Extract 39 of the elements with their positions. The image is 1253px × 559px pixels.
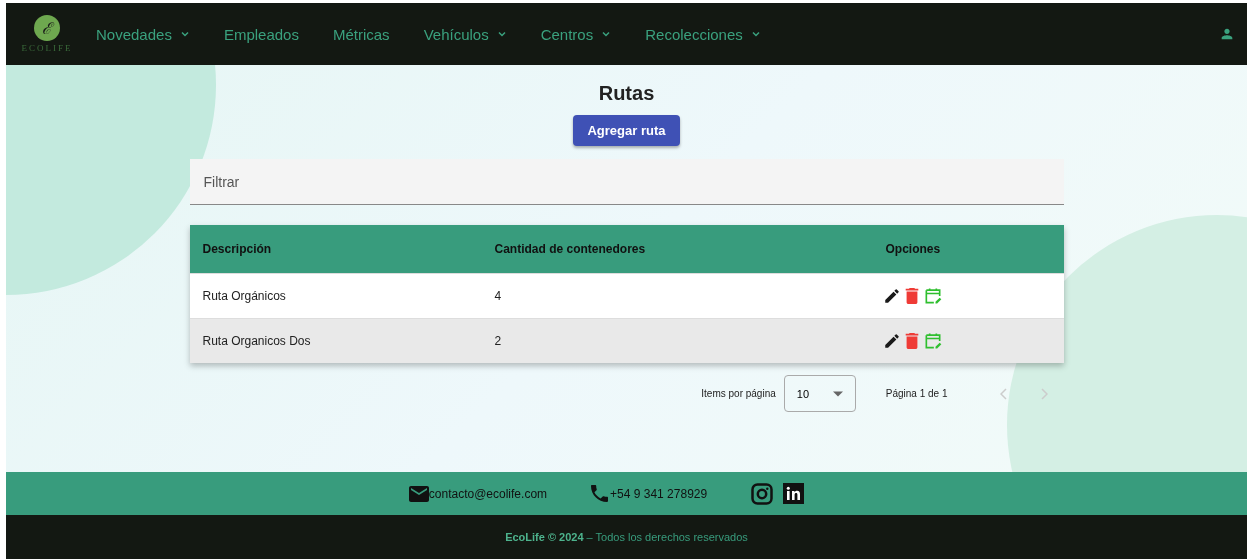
- table-cell-text: Ruta Orgánicos: [201, 289, 287, 303]
- pencil-icon[interactable]: [882, 332, 901, 350]
- items-per-page-label: Items por página: [701, 388, 776, 399]
- nav-link[interactable]: Empleados: [223, 25, 299, 43]
- linkedin-icon[interactable]: [783, 483, 805, 504]
- chevron-left-icon: [999, 387, 1008, 400]
- logo-emblem[interactable]: ℰ: [34, 15, 60, 41]
- nav-link[interactable]: Novedades: [96, 25, 190, 43]
- column-header: Opciones: [884, 242, 942, 256]
- page-title: Rutas: [598, 82, 655, 105]
- chevron-down-icon: [496, 29, 507, 39]
- email-text: contacto@ecolife.com: [428, 486, 548, 501]
- nav-link[interactable]: Recolecciones: [645, 25, 761, 43]
- add-route-button[interactable]: Agregar ruta: [573, 115, 680, 146]
- chevron-down-icon: [601, 29, 612, 39]
- trash-icon[interactable]: [903, 287, 920, 305]
- column-header: Descripción: [201, 242, 273, 256]
- mail-icon: [408, 485, 429, 502]
- nav-link[interactable]: Centros: [540, 25, 612, 43]
- chevron-down-icon: [750, 29, 761, 39]
- column-header: Cantidad de contenedores: [493, 242, 647, 256]
- copyright-text: EcoLife © 2024 – Todos los derechos reservados: [505, 531, 748, 543]
- user-icon[interactable]: [1219, 26, 1235, 42]
- chevron-down-icon: [179, 29, 190, 39]
- table-cell-text: 2: [493, 334, 503, 348]
- filter-field[interactable]: Filtrar: [189, 159, 1064, 205]
- logo-text: ECOLIFE: [21, 43, 73, 53]
- table-cell-text: 4: [493, 289, 503, 303]
- chevron-right-icon: [1039, 387, 1048, 400]
- instagram-icon[interactable]: [751, 482, 774, 505]
- nav-link[interactable]: Vehículos: [423, 25, 507, 43]
- page-size-select[interactable]: 10: [783, 375, 856, 412]
- nav-link[interactable]: Métricas: [332, 25, 390, 43]
- page-range-label: Página 1 de 1: [885, 388, 948, 399]
- phone-icon: [591, 485, 609, 502]
- table-cell-text: Ruta Organicos Dos: [201, 334, 312, 348]
- pencil-icon[interactable]: [882, 287, 901, 305]
- dropdown-arrow-icon: [832, 390, 843, 397]
- phone-text: +54 9 341 278929: [610, 486, 708, 501]
